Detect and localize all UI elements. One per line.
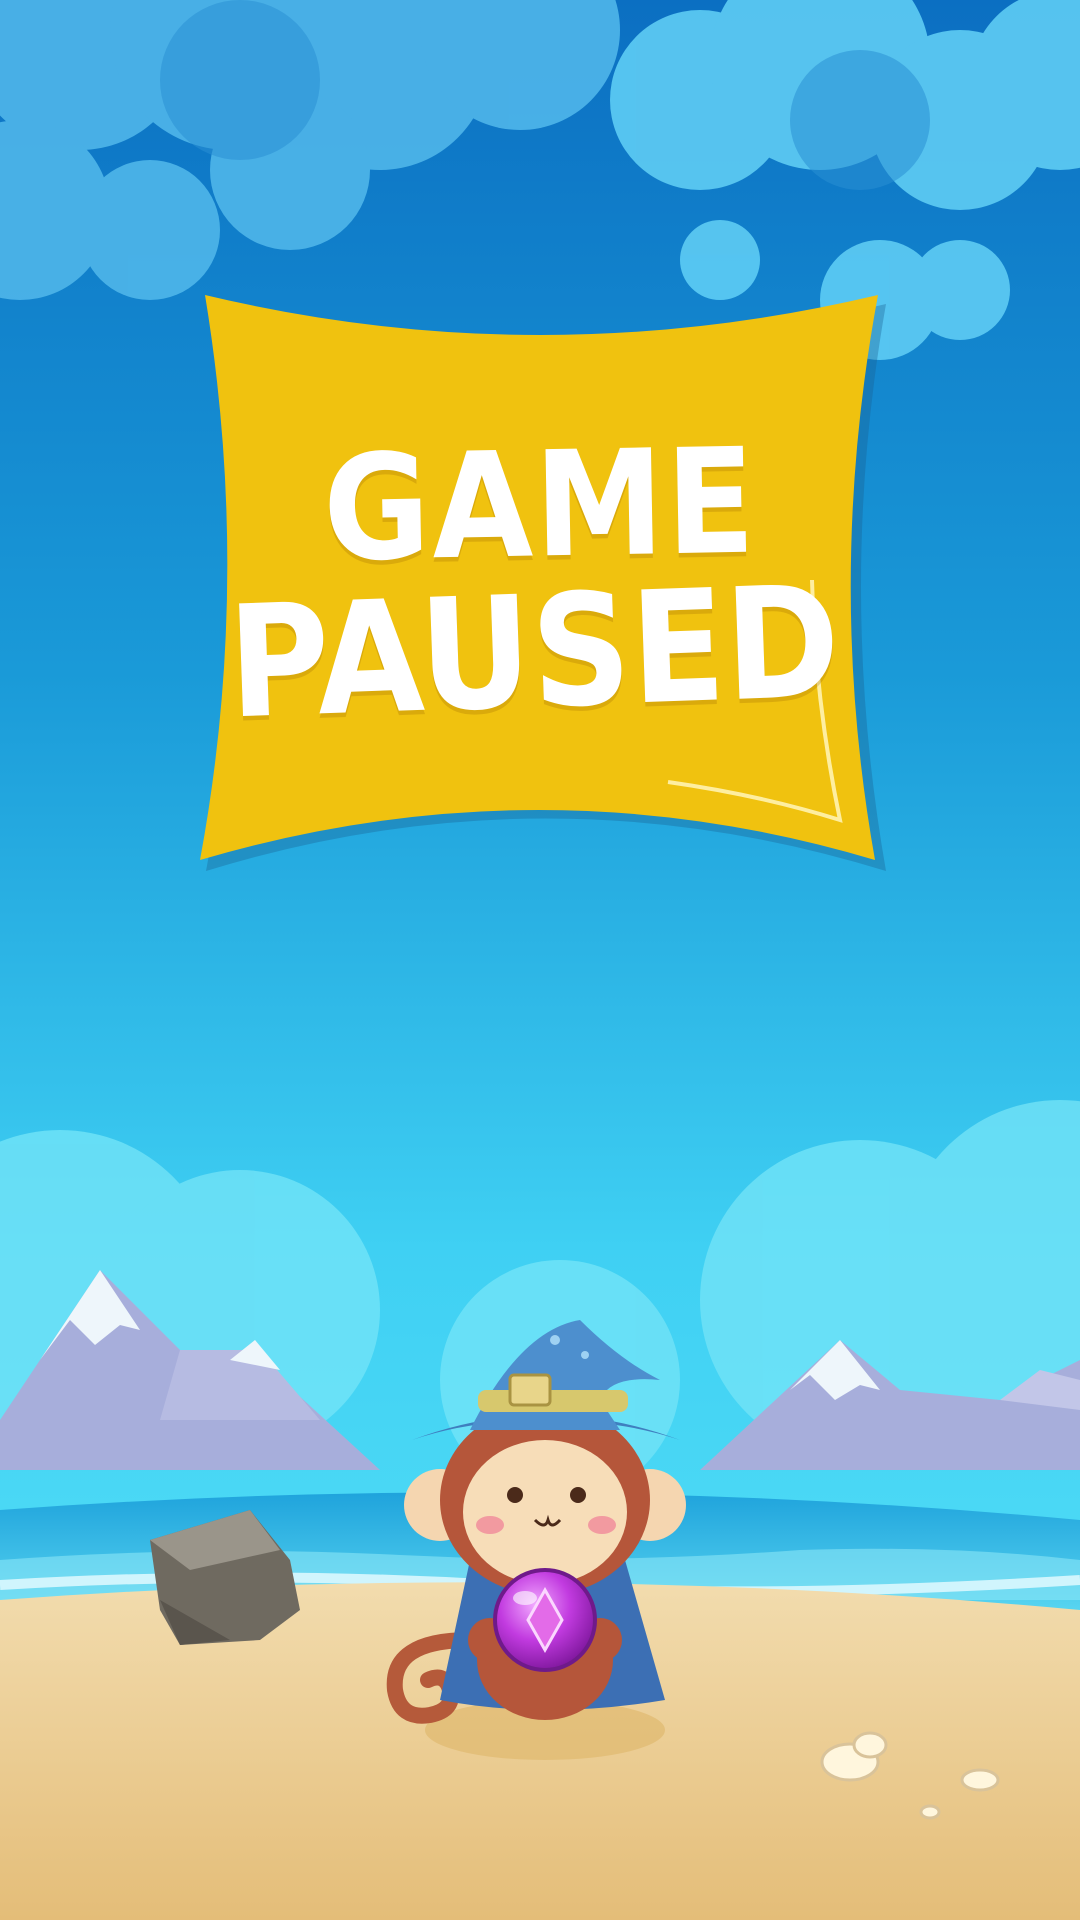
background-scene xyxy=(0,0,1080,1920)
title-line-paused: PAUSED xyxy=(225,551,843,754)
banner-title: GAME PAUSED xyxy=(200,416,880,753)
magic-orb-icon xyxy=(493,1568,597,1672)
pause-screen: GAME PAUSED xyxy=(0,0,1080,1920)
